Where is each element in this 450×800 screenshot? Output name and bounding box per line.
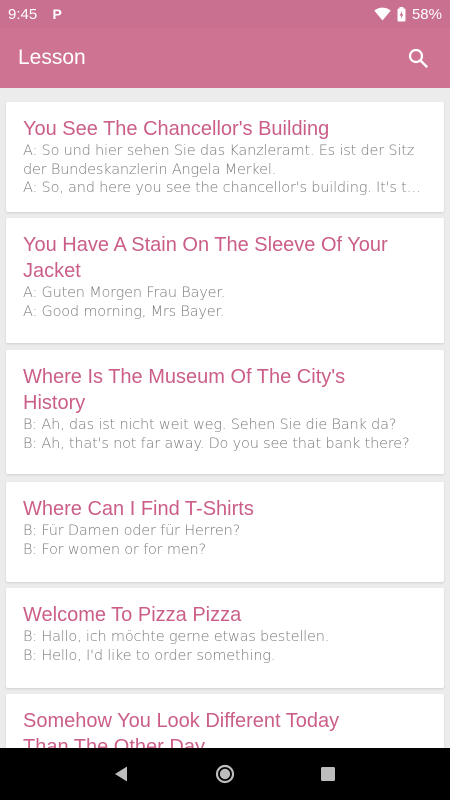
lesson-text-line: B: Hello, I'd like to order something. — [23, 647, 276, 664]
lesson-title-line: You Have A Stain On The Sleeve Of Your — [23, 234, 388, 256]
lesson-text-line: B: Für Damen oder für Herren? — [23, 523, 241, 539]
nav-back-button[interactable] — [102, 754, 142, 794]
lesson-card[interactable]: Where Can I Find T-Shirts B: Für Damen o… — [6, 482, 444, 582]
status-left: 9:45 P — [8, 6, 65, 23]
page-title: Lesson — [18, 46, 86, 69]
lesson-card[interactable]: Where Is The Museum Of The City's Histor… — [6, 350, 444, 474]
search-icon — [408, 48, 428, 68]
status-right: 58% — [374, 6, 442, 23]
lesson-title-line: Somehow You Look Different Today — [23, 710, 340, 732]
lesson-title-line: Jacket — [23, 260, 81, 282]
lesson-card[interactable]: You Have A Stain On The Sleeve Of Your J… — [6, 218, 444, 343]
lesson-text-line: B: For women or for men? — [23, 541, 206, 558]
lesson-text-line: B: Ah, das ist nicht weit weg. Sehen Sie… — [23, 417, 397, 433]
lesson-card[interactable]: Somehow You Look Different Today Than Th… — [6, 694, 444, 748]
wifi-icon — [374, 7, 391, 21]
system-nav-bar — [0, 748, 450, 800]
lesson-text-line: A: Good morning, Mrs Bayer. — [23, 303, 225, 320]
lesson-text-line: A: So und hier sehen Sie das Kanzleramt.… — [23, 143, 415, 159]
home-icon — [215, 764, 235, 784]
status-bar: 9:45 P 58% — [0, 0, 450, 28]
lesson-text-line: B: Hallo, ich möchte gerne etwas bestell… — [23, 629, 330, 645]
search-button[interactable] — [404, 44, 432, 72]
lesson-title-line: Where Is The Museum Of The City's — [23, 366, 346, 388]
lesson-text-line: der Bundeskanzlerin Angela Merkel. — [23, 161, 277, 178]
back-icon — [114, 766, 127, 782]
lesson-text-line: A: So, and here you see the chancellor's… — [23, 180, 428, 196]
lesson-card[interactable]: Welcome To Pizza Pizza B: Hallo, ich möc… — [6, 588, 444, 688]
battery-percent: 58% — [411, 5, 442, 23]
battery-icon — [397, 6, 406, 21]
app-bar: Lesson — [0, 28, 450, 88]
lesson-text-line: A: Guten Morgen Frau Bayer. — [23, 285, 226, 301]
lesson-text-line: B: Ah, that's not far away. Do you see t… — [23, 435, 410, 452]
recents-icon — [321, 767, 336, 781]
lesson-title-line: History — [23, 392, 86, 414]
nav-recents-button[interactable] — [308, 754, 348, 794]
nav-home-button[interactable] — [205, 754, 245, 794]
lesson-title-line: Than The Other Day — [23, 736, 205, 748]
status-time: 9:45 — [8, 5, 38, 23]
lesson-card[interactable]: You See The Chancellor's Building A: So … — [6, 102, 444, 212]
notification-p-icon: P — [52, 6, 62, 22]
lesson-title: Welcome To Pizza Pizza — [23, 604, 242, 626]
lesson-title: Where Can I Find T-Shirts — [23, 498, 254, 520]
lesson-list: You See The Chancellor's Building A: So … — [0, 88, 450, 748]
lesson-title: You See The Chancellor's Building — [23, 118, 330, 140]
